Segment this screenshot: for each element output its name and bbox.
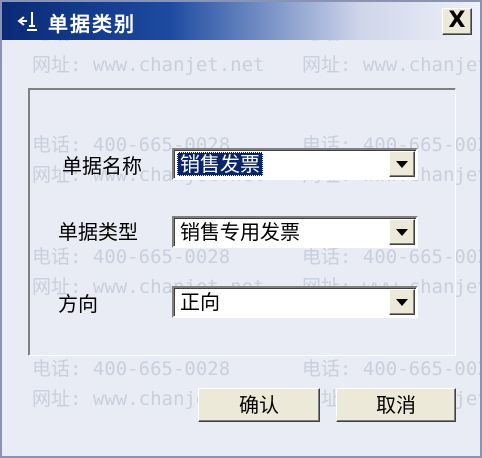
bill-name-label: 单据名称 (62, 154, 142, 178)
chevron-down-icon (396, 161, 408, 168)
bill-name-dropdown-button[interactable] (389, 151, 415, 177)
app-icon (16, 9, 42, 33)
direction-value: 正向 (180, 290, 220, 314)
dialog-window: 电话: 400-665-0028 电话: 400-665-0028 网址: ww… (0, 0, 482, 458)
bill-name-select[interactable]: 销售发票 (172, 148, 418, 180)
bill-type-dropdown-button[interactable] (389, 219, 415, 245)
chevron-down-icon (396, 299, 408, 306)
watermark-phone: 电话: 400-665-0028 (32, 358, 231, 380)
cancel-button[interactable]: 取消 (336, 388, 456, 422)
chevron-down-icon (396, 229, 408, 236)
bill-type-value: 销售专用发票 (180, 220, 300, 244)
watermark-url: 网址: www.chanjet.net (32, 54, 265, 76)
title-bar[interactable]: 单据类别 X (2, 2, 480, 40)
watermark-phone: 电话: 400-665-0028 (302, 358, 482, 380)
bill-type-label: 单据类型 (58, 220, 138, 244)
bill-name-value: 销售发票 (177, 152, 263, 176)
direction-select[interactable]: 正向 (172, 286, 418, 318)
close-icon: X (448, 8, 466, 33)
bill-type-select[interactable]: 销售专用发票 (172, 216, 418, 248)
confirm-button[interactable]: 确认 (198, 388, 320, 422)
direction-dropdown-button[interactable] (389, 289, 415, 315)
window-title: 单据类别 (48, 12, 136, 36)
watermark-url: 网址: www.chanjet.net (302, 54, 480, 76)
direction-label: 方向 (58, 292, 98, 316)
close-button[interactable]: X (442, 8, 472, 35)
